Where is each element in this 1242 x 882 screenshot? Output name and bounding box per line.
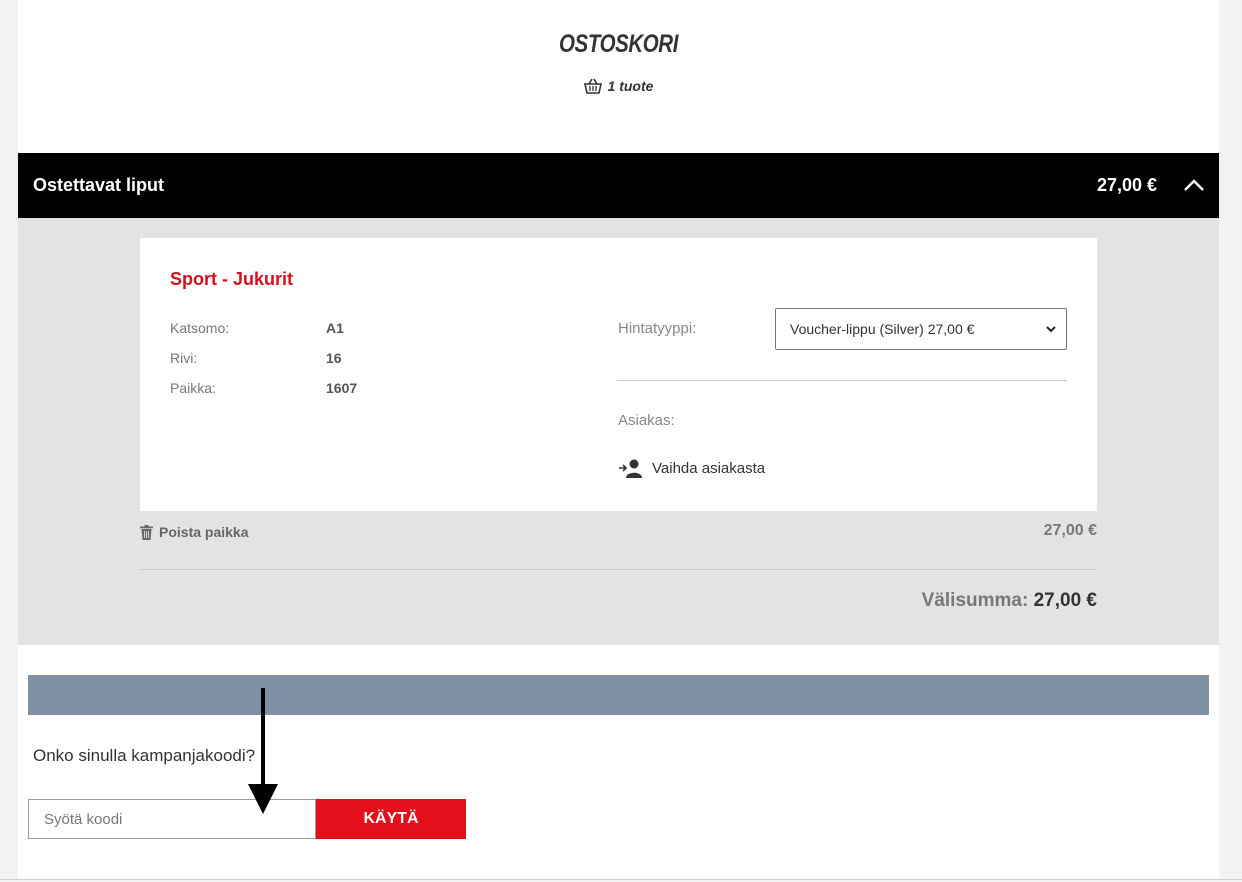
field-label: Rivi: (170, 350, 198, 366)
tickets-section-body: Sport - Jukurit Katsomo: A1 Rivi: 16 Pai… (18, 218, 1219, 645)
seat-price: 27,00 € (1043, 522, 1097, 539)
apply-code-button[interactable]: KÄYTÄ (316, 799, 466, 839)
price-type-label: Hintatyyppi: (618, 320, 697, 337)
divider (0, 879, 1242, 880)
chevron-down-icon (1046, 326, 1056, 333)
field-value: 16 (326, 350, 342, 366)
field-value: 1607 (326, 380, 358, 396)
field-label: Katsomo: (170, 320, 230, 336)
ticket-card: Sport - Jukurit Katsomo: A1 Rivi: 16 Pai… (140, 238, 1097, 511)
subtotal: Välisumma: 27,00 € (922, 590, 1097, 612)
tickets-section-title: Ostettavat liput (33, 175, 165, 195)
promo-section-bar (28, 675, 1209, 715)
field-value: A1 (326, 320, 344, 336)
arrow-down-icon (248, 688, 278, 814)
price-type-selected: Voucher-lippu (Silver) 27,00 € (790, 321, 975, 337)
change-user-icon (619, 459, 642, 478)
field-label: Paikka: (170, 380, 216, 396)
divider (140, 569, 1097, 570)
remove-seat-label: Poista paikka (159, 524, 249, 540)
subtotal-amount: 27,00 € (1033, 590, 1097, 611)
divider (617, 380, 1067, 381)
event-name: Sport - Jukurit (170, 269, 294, 289)
change-customer-label: Vaihda asiakasta (652, 459, 766, 477)
page-title: OSTOSKORI (559, 30, 678, 58)
cart-item-count: 1 tuote (18, 78, 1219, 94)
cart-count-text: 1 tuote (607, 78, 654, 94)
promo-question: Onko sinulla kampanjakoodi? (33, 746, 256, 765)
tickets-section-total: 27,00 € (1096, 175, 1157, 195)
change-customer-link[interactable]: Vaihda asiakasta (618, 458, 765, 478)
trash-icon (140, 524, 153, 540)
price-type-select[interactable]: Voucher-lippu (Silver) 27,00 € (775, 308, 1067, 350)
chevron-up-icon[interactable] (1183, 175, 1205, 195)
remove-seat-button[interactable]: Poista paikka (140, 524, 249, 540)
subtotal-label: Välisumma: (921, 590, 1029, 611)
customer-label: Asiakas: (618, 412, 675, 429)
tickets-section-header[interactable]: Ostettavat liput 27,00 € (18, 153, 1219, 218)
cart-page: OSTOSKORI 1 tuote Ostettavat liput 27,00… (18, 0, 1219, 880)
basket-icon (583, 78, 602, 94)
